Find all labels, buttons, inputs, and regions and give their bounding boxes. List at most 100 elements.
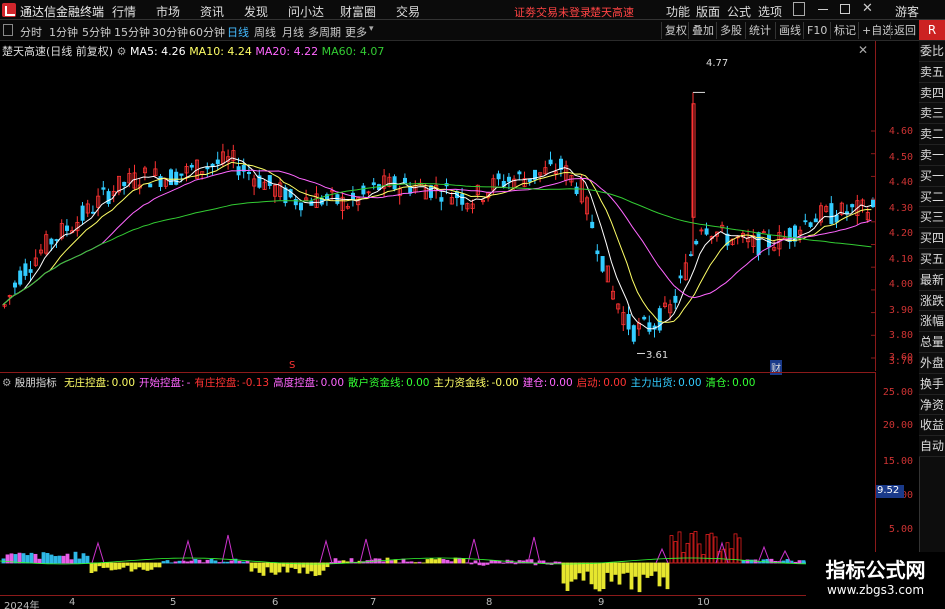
menu-hangqing[interactable]: 行情 <box>112 3 136 20</box>
indicator-bar <box>461 558 466 564</box>
login-status[interactable]: 证劵交易未登录 <box>514 4 591 20</box>
indicator-bar <box>57 555 62 564</box>
menu-wenxiaoda[interactable]: 问小达 <box>288 3 324 20</box>
candle-body <box>189 164 194 168</box>
side-item[interactable]: 收益 <box>919 415 945 437</box>
menu-faxian[interactable]: 发现 <box>244 3 268 20</box>
side-item[interactable]: 外盘 <box>919 353 945 374</box>
period-weekly[interactable]: 周线 <box>254 24 276 42</box>
candle-body <box>850 204 855 208</box>
indicator-tick: 5.00 <box>888 524 913 535</box>
btn-duogu[interactable]: 多股 <box>716 22 745 39</box>
side-item[interactable]: 净资 <box>919 394 945 416</box>
menu-xuanxiang[interactable]: 选项 <box>758 3 782 20</box>
indicator-bar <box>333 558 338 564</box>
btn-diejia[interactable]: 叠加 <box>688 22 717 39</box>
btn-tongji[interactable]: 统计 <box>745 22 774 39</box>
period-1min[interactable]: 1分钟 <box>49 24 78 42</box>
side-item[interactable]: 买四 <box>919 228 945 249</box>
side-item[interactable]: 卖五 <box>919 61 945 83</box>
side-item[interactable]: 买二 <box>919 186 945 208</box>
indicator-bar <box>625 562 630 573</box>
indicator-bar <box>445 559 450 564</box>
chevron-down-icon[interactable]: ▾ <box>369 24 374 34</box>
indicator-bar <box>609 562 614 582</box>
side-item[interactable]: 换手 <box>919 373 945 395</box>
watermark: 指标公式网 www.zbgs3.com <box>806 552 945 609</box>
indicator-bar <box>645 562 650 578</box>
candle-body <box>392 176 397 190</box>
indicator-bar <box>133 562 138 570</box>
indicator-bar <box>261 562 266 576</box>
candle-body <box>626 314 631 330</box>
indicator-bar <box>257 562 262 573</box>
btn-biaoji[interactable]: 标记 <box>830 22 859 39</box>
indicator-bar <box>489 560 494 564</box>
period-daily[interactable]: 日线 <box>227 24 249 42</box>
period-fenshi[interactable]: 分时 <box>20 24 42 42</box>
menu-gongneng[interactable]: 功能 <box>666 3 690 20</box>
period-15min[interactable]: 15分钟 <box>114 24 150 42</box>
watermark-title: 指标公式网 <box>825 558 926 582</box>
menu-shichang[interactable]: 市场 <box>156 3 180 20</box>
menu-banmian[interactable]: 版面 <box>696 3 720 20</box>
side-item[interactable]: 卖三 <box>919 103 945 125</box>
side-item[interactable]: 涨幅 <box>919 311 945 333</box>
side-item[interactable]: 自动 <box>919 436 945 457</box>
indicator-bar <box>137 562 142 568</box>
menu-zixun[interactable]: 资讯 <box>200 3 224 20</box>
watermark-url: www.zbgs3.com <box>826 583 925 597</box>
btn-fanhui[interactable]: 返回 <box>890 22 919 39</box>
menu-gongshi[interactable]: 公式 <box>727 3 751 20</box>
minimize-icon[interactable] <box>818 9 828 10</box>
menu-caifuquan[interactable]: 财富圈 <box>340 3 376 20</box>
high-annotation: 4.77 <box>706 58 729 69</box>
panel-toggle-icon[interactable] <box>3 24 13 36</box>
lock-icon[interactable] <box>793 2 805 16</box>
side-item[interactable]: 最新 <box>919 269 945 291</box>
btn-fuquan[interactable]: 复权 <box>661 22 690 39</box>
indicator-bar <box>205 559 210 564</box>
period-5min[interactable]: 5分钟 <box>82 24 111 42</box>
menu-jiaoyi[interactable]: 交易 <box>396 3 420 20</box>
indicator-bar <box>209 558 214 564</box>
side-item[interactable]: 涨跌 <box>919 290 945 312</box>
x-axis <box>0 595 875 609</box>
guest-label[interactable]: 游客 <box>895 3 919 20</box>
period-30min[interactable]: 30分钟 <box>152 24 188 42</box>
menu-bar: 通达信金融终端 行情 市场 资讯 发现 问小达 财富圈 交易 证劵交易未登录 楚… <box>0 0 945 20</box>
side-toggle-r[interactable]: R <box>919 20 945 41</box>
indicator-bar <box>437 557 442 564</box>
indicator-bar <box>661 562 666 578</box>
price-tick: 4.20 <box>888 228 913 239</box>
candle-body <box>756 232 761 256</box>
indicator-bar <box>65 553 70 564</box>
side-item[interactable]: 卖二 <box>919 124 945 145</box>
indicator-bar <box>629 562 634 590</box>
candle-body <box>54 239 59 241</box>
period-60min[interactable]: 60分钟 <box>189 24 225 42</box>
side-item[interactable]: 买三 <box>919 207 945 229</box>
indicator-bar <box>637 562 642 593</box>
side-item[interactable]: 买一 <box>919 165 945 187</box>
period-multi[interactable]: 多周期 <box>308 24 341 42</box>
period-monthly[interactable]: 月线 <box>282 24 304 42</box>
indicator-bar <box>189 560 194 564</box>
side-item[interactable]: 卖一 <box>919 145 945 166</box>
side-item[interactable]: 卖四 <box>919 82 945 104</box>
close-icon[interactable]: ✕ <box>862 1 873 16</box>
maximize-icon[interactable] <box>840 4 850 14</box>
s-marker[interactable]: S <box>289 360 295 371</box>
candle-body <box>179 173 184 176</box>
side-item[interactable]: 总量 <box>919 332 945 353</box>
indicator-bar <box>729 548 734 564</box>
side-item[interactable]: 委比 <box>919 41 945 62</box>
indicator-bar <box>25 555 30 564</box>
indicator-bar <box>49 554 54 564</box>
period-more[interactable]: 更多 <box>345 24 367 42</box>
candle-body <box>439 197 444 202</box>
btn-f10[interactable]: F10 <box>803 22 830 39</box>
side-item[interactable]: 买五 <box>919 249 945 270</box>
indicator-bar <box>565 562 570 591</box>
btn-huaxian[interactable]: 画线 <box>775 22 804 39</box>
